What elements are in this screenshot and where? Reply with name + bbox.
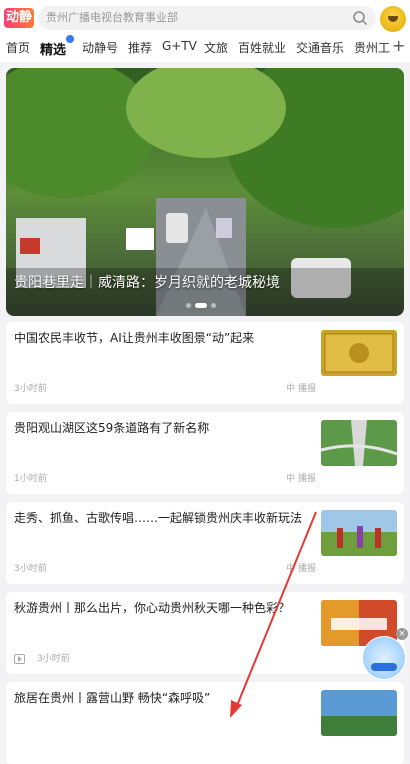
news-title: 旅居在贵州丨露营山野 畅快“森呼吸”	[14, 691, 211, 705]
tab-culture-travel[interactable]: 文旅	[204, 39, 228, 56]
news-title: 贵阳观山湖区这59条道路有了新名称	[14, 421, 210, 435]
search-icon[interactable]	[352, 10, 368, 26]
news-thumbnail	[321, 420, 397, 466]
news-card[interactable]: 秋游贵州丨那么出片，你心动贵州秋天哪一种色彩？ 3小时前	[6, 592, 404, 674]
tab-home[interactable]: 首页	[6, 39, 30, 56]
news-source: 中 播报	[286, 474, 316, 484]
hero-banner[interactable]: 贵阳巷里走｜威清路：岁月织就的老城秘境	[6, 68, 404, 316]
carousel-dots	[186, 303, 216, 308]
tab-dongjinghao[interactable]: 动静号	[82, 39, 118, 56]
news-time: 3小时前	[14, 384, 47, 394]
carousel-dot[interactable]	[186, 303, 191, 308]
close-badge-button[interactable]: ×	[396, 628, 408, 640]
news-meta: 3小时前	[14, 651, 70, 664]
search-box[interactable]: 贵州广播电视台教育事业部	[38, 6, 376, 30]
news-card[interactable]: 贵阳观山湖区这59条道路有了新名称 1小时前 中 播报	[6, 412, 404, 494]
carousel-dot-active[interactable]	[195, 303, 207, 308]
tab-guizhou-gong[interactable]: 贵州工	[354, 39, 390, 56]
avatar-icon[interactable]	[380, 6, 406, 32]
news-card[interactable]: 旅居在贵州丨露营山野 畅快“森呼吸”	[6, 682, 404, 764]
news-time: 1小时前	[14, 474, 47, 484]
carousel-dot[interactable]	[211, 303, 216, 308]
channel-tabs: 首页 精选 动静号 推荐 G+TV 文旅 百姓就业 交通音乐 贵州工 +	[0, 35, 410, 62]
news-thumbnail	[321, 690, 397, 736]
tab-gtv[interactable]: G+TV	[162, 39, 197, 53]
tab-employment[interactable]: 百姓就业	[238, 39, 286, 56]
news-card[interactable]: 走秀、抓鱼、古歌传唱……一起解锁贵州庆丰收新玩法 3小时前 中 播报	[6, 502, 404, 584]
news-source: 中 播报	[286, 564, 316, 574]
tab-recommend[interactable]: 推荐	[128, 39, 152, 56]
search-placeholder: 贵州广播电视台教育事业部	[46, 11, 178, 24]
news-time: 3小时前	[14, 564, 47, 574]
tab-featured-label: 精选	[40, 43, 67, 58]
news-thumbnail	[321, 330, 397, 376]
news-source: 中 播报	[286, 384, 316, 394]
tab-featured[interactable]: 精选	[40, 35, 75, 58]
news-time: 3小时前	[37, 654, 70, 664]
news-card[interactable]: 中国农民丰收节，AI让贵州丰收图景“动”起来 3小时前 中 播报	[6, 322, 404, 404]
app-logo[interactable]: 动静	[4, 8, 34, 28]
floating-promo-badge[interactable]	[362, 636, 406, 680]
top-bar: 动静 贵州广播电视台教育事业部	[0, 0, 410, 36]
news-title: 走秀、抓鱼、古歌传唱……一起解锁贵州庆丰收新玩法	[14, 511, 303, 525]
news-title: 中国农民丰收节，AI让贵州丰收图景“动”起来	[14, 331, 255, 345]
news-thumbnail	[321, 510, 397, 556]
news-title: 秋游贵州丨那么出片，你心动贵州秋天哪一种色彩？	[14, 601, 291, 615]
video-icon	[14, 653, 25, 664]
hero-title: 贵阳巷里走｜威清路：岁月织就的老城秘境	[14, 275, 280, 291]
tab-traffic-music[interactable]: 交通音乐	[296, 39, 344, 56]
featured-dot-icon	[66, 35, 75, 43]
add-tab-button[interactable]: +	[392, 36, 405, 55]
